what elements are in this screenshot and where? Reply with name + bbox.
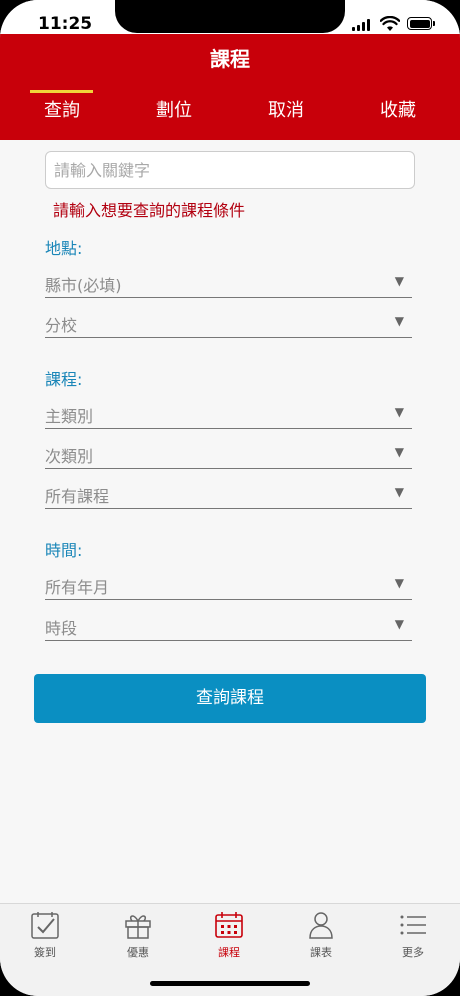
keyword-search-input[interactable]	[45, 151, 415, 189]
time-label: 時間:	[45, 541, 83, 560]
page-title: 課程	[210, 47, 250, 71]
active-tab-indicator	[30, 90, 93, 93]
time-slot-select[interactable]: 時段 ▼	[45, 614, 412, 641]
chevron-down-icon: ▼	[394, 314, 404, 328]
signal-icon	[352, 19, 374, 31]
month-select-value: 所有年月	[45, 578, 110, 597]
list-icon	[400, 915, 426, 935]
location-label: 地點:	[45, 239, 83, 258]
city-select-value: 縣市(必填)	[45, 276, 122, 295]
chevron-down-icon: ▼	[394, 445, 404, 459]
tab-cancel[interactable]: 取消	[246, 96, 326, 122]
calendar-icon	[215, 912, 243, 938]
sub-category-value: 次類別	[45, 447, 94, 466]
chevron-down-icon: ▼	[394, 485, 404, 499]
battery-icon	[407, 17, 435, 30]
tabbar-label-checkin: 簽到	[34, 946, 56, 959]
tab-booking[interactable]: 劃位	[134, 96, 214, 122]
tabbar-label-schedule: 課表	[310, 946, 332, 959]
branch-select-value: 分校	[45, 316, 78, 335]
status-time: 11:25	[38, 14, 93, 34]
course-select-value: 所有課程	[45, 487, 110, 506]
search-courses-button[interactable]: 查詢課程	[34, 674, 426, 723]
month-select[interactable]: 所有年月 ▼	[45, 573, 412, 600]
status-bar: 11:25	[0, 0, 460, 34]
main-category-select[interactable]: 主類別 ▼	[45, 402, 412, 429]
course-select[interactable]: 所有課程 ▼	[45, 482, 412, 509]
course-label: 課程:	[45, 370, 83, 389]
home-indicator[interactable]	[150, 981, 310, 986]
chevron-down-icon: ▼	[394, 576, 404, 590]
search-hint: 請輸入想要查詢的課程條件	[53, 201, 246, 220]
notch	[115, 0, 345, 33]
app-header: 課程 查詢 劃位 取消 收藏	[0, 34, 460, 140]
tabbar-label-more: 更多	[402, 946, 424, 959]
gift-icon	[125, 915, 151, 939]
wifi-icon	[380, 16, 400, 31]
sub-category-select[interactable]: 次類別 ▼	[45, 442, 412, 469]
tab-favorites[interactable]: 收藏	[358, 96, 438, 122]
branch-select[interactable]: 分校 ▼	[45, 311, 412, 338]
tabbar-label-offers: 優惠	[127, 946, 149, 959]
tab-search[interactable]: 查詢	[22, 96, 102, 122]
time-slot-value: 時段	[45, 619, 78, 638]
app-screen: 11:25 課程 查詢 劃位 取消 收藏 請輸入想要查詢的課程條件 地點: 縣市…	[0, 0, 460, 996]
chevron-down-icon: ▼	[394, 405, 404, 419]
tabbar-label-courses: 課程	[218, 946, 240, 959]
top-tabs: 查詢 劃位 取消 收藏	[0, 96, 460, 136]
chevron-down-icon: ▼	[394, 617, 404, 631]
person-icon	[309, 912, 333, 939]
main-category-value: 主類別	[45, 407, 94, 426]
chevron-down-icon: ▼	[394, 274, 404, 288]
city-select[interactable]: 縣市(必填) ▼	[45, 271, 412, 298]
checkin-icon	[31, 912, 59, 939]
